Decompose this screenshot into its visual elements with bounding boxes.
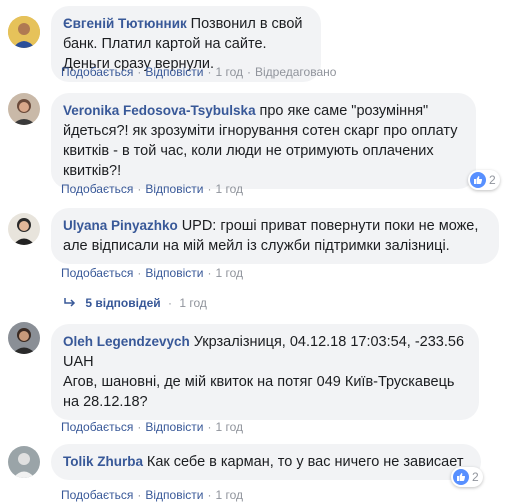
comment-author[interactable]: Veronika Fedosova-Tsybulska — [63, 103, 256, 118]
edited-label[interactable]: Відредаговано — [255, 65, 336, 79]
comment-actions: Подобається · Відповісти · 1 год — [61, 266, 243, 280]
replies-time[interactable]: 1 год — [179, 296, 207, 310]
avatar[interactable] — [8, 93, 40, 125]
separator: · — [207, 266, 212, 280]
avatar[interactable] — [8, 16, 40, 48]
reply-link[interactable]: Відповісти — [145, 65, 203, 79]
comment-text: Как себе в карман, то у вас ничего не за… — [146, 454, 464, 470]
like-link[interactable]: Подобається — [61, 182, 133, 196]
comment-actions: Подобається · Відповісти · 1 год — [61, 420, 243, 434]
reply-link[interactable]: Відповісти — [145, 420, 203, 434]
reaction-summary[interactable]: 2 — [451, 467, 483, 487]
separator: · — [207, 182, 212, 196]
comment-author[interactable]: Євгеній Тютюнник — [63, 16, 187, 31]
comment-author[interactable]: Tolik Zhurba — [63, 454, 143, 469]
comment-bubble: Oleh Legendzevych Укрзалізниця, 04.12.18… — [51, 324, 479, 420]
thumbs-up-icon — [470, 172, 486, 188]
separator: · — [137, 182, 142, 196]
reaction-count: 2 — [472, 470, 479, 484]
avatar[interactable] — [8, 213, 40, 245]
comment-author[interactable]: Ulyana Pinyazhko — [63, 218, 178, 233]
replies-count-link[interactable]: 5 відповідей — [85, 296, 160, 310]
reaction-count: 2 — [489, 173, 496, 187]
separator: · — [247, 65, 251, 79]
comment-author[interactable]: Oleh Legendzevych — [63, 334, 190, 349]
reply-link[interactable]: Відповісти — [145, 266, 203, 280]
avatar[interactable] — [8, 446, 40, 478]
separator: · — [137, 65, 142, 79]
comment-time[interactable]: 1 год — [215, 182, 243, 196]
thumbs-up-icon — [453, 469, 469, 485]
separator: · — [207, 420, 212, 434]
comment-actions: Подобається · Відповісти · 1 год · Відредагова… — [61, 65, 336, 79]
view-replies[interactable]: 5 відповідей · 1 год — [64, 296, 207, 311]
like-link[interactable]: Подобається — [61, 420, 133, 434]
comment-actions: Подобається · Відповісти · 1 год — [61, 182, 243, 196]
separator: · — [137, 266, 142, 280]
separator: · — [167, 296, 172, 310]
comment-bubble: Ulyana Pinyazhko UPD: гроші приват повер… — [51, 208, 499, 264]
reply-arrow-icon — [64, 297, 76, 311]
separator: · — [137, 420, 142, 434]
separator: · — [207, 65, 212, 79]
comment-bubble: Veronika Fedosova-Tsybulska про яке саме… — [51, 93, 476, 189]
avatar[interactable] — [8, 322, 40, 354]
reply-link[interactable]: Відповісти — [145, 182, 203, 196]
like-link[interactable]: Подобається — [61, 65, 133, 79]
comment-time[interactable]: 1 год — [215, 65, 243, 79]
like-link[interactable]: Подобається — [61, 266, 133, 280]
comment-time[interactable]: 1 год — [215, 266, 243, 280]
reaction-summary[interactable]: 2 — [468, 170, 500, 190]
comment-time[interactable]: 1 год — [215, 420, 243, 434]
comment-bubble: Tolik Zhurba Как себе в карман, то у вас… — [51, 444, 481, 480]
